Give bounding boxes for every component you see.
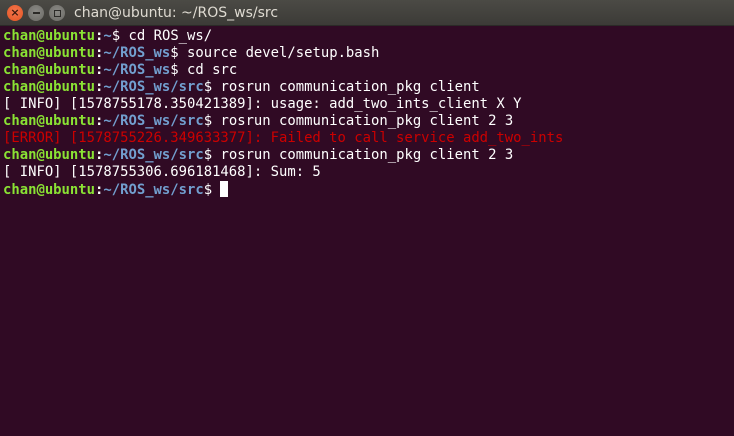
command-text: rosrun communication_pkg client 2 3 — [220, 147, 514, 163]
prompt-path: ~/ROS_ws — [103, 45, 171, 61]
prompt-line: chan@ubuntu:~/ROS_ws/src$ rosrun communi… — [3, 113, 734, 130]
command-text: rosrun communication_pkg client — [220, 79, 480, 95]
output-text: [ INFO] [1578755306.696181468]: Sum: 5 — [3, 164, 321, 180]
command-text: cd src — [187, 62, 238, 78]
prompt-user: chan@ubuntu — [3, 182, 95, 198]
prompt-user: chan@ubuntu — [3, 28, 95, 44]
prompt-user: chan@ubuntu — [3, 79, 95, 95]
text-cursor — [220, 181, 229, 197]
prompt-symbol: $ — [170, 62, 179, 78]
prompt-user: chan@ubuntu — [3, 45, 95, 61]
maximize-button[interactable] — [49, 5, 65, 21]
prompt-path: ~ — [103, 28, 112, 44]
terminal-output[interactable]: chan@ubuntu:~$ cd ROS_ws/chan@ubuntu:~/R… — [0, 26, 734, 436]
prompt-user: chan@ubuntu — [3, 62, 95, 78]
close-button[interactable]: × — [7, 5, 23, 21]
prompt-path: ~/ROS_ws/src — [103, 113, 204, 129]
close-icon: × — [10, 6, 20, 19]
output-text: [ INFO] [1578755178.350421389]: usage: a… — [3, 96, 522, 112]
prompt-line: chan@ubuntu:~$ cd ROS_ws/ — [3, 28, 734, 45]
title-bar[interactable]: × chan@ubuntu: ~/ROS_ws/src — [0, 0, 734, 26]
prompt-path: ~/ROS_ws/src — [103, 182, 204, 198]
terminal-window: × chan@ubuntu: ~/ROS_ws/src chan@ubuntu:… — [0, 0, 734, 436]
command-text: rosrun communication_pkg client 2 3 — [220, 113, 514, 129]
prompt-path: ~/ROS_ws/src — [103, 79, 204, 95]
minimize-icon — [32, 12, 40, 14]
prompt-line: chan@ubuntu:~/ROS_ws/src$ rosrun communi… — [3, 147, 734, 164]
scrollbar[interactable] — [728, 26, 734, 436]
prompt-symbol: $ — [203, 79, 213, 95]
command-text: cd ROS_ws/ — [128, 28, 213, 44]
error-line: [ERROR] [1578755226.349633377]: Failed t… — [3, 130, 734, 147]
output-line: [ INFO] [1578755178.350421389]: usage: a… — [3, 96, 734, 113]
prompt-line: chan@ubuntu:~/ROS_ws$ source devel/setup… — [3, 45, 734, 62]
prompt-user: chan@ubuntu — [3, 113, 95, 129]
minimize-button[interactable] — [28, 5, 44, 21]
prompt-path: ~/ROS_ws — [103, 62, 171, 78]
prompt-path: ~/ROS_ws/src — [103, 147, 204, 163]
maximize-icon — [53, 9, 61, 17]
prompt-symbol: $ — [111, 28, 121, 44]
prompt-line: chan@ubuntu:~/ROS_ws/src$ — [3, 181, 734, 198]
window-title: chan@ubuntu: ~/ROS_ws/src — [74, 5, 279, 21]
prompt-user: chan@ubuntu — [3, 147, 95, 163]
prompt-symbol: $ — [203, 147, 213, 163]
prompt-line: chan@ubuntu:~/ROS_ws$ cd src — [3, 62, 734, 79]
prompt-symbol: $ — [203, 182, 213, 198]
output-line: [ INFO] [1578755306.696181468]: Sum: 5 — [3, 164, 734, 181]
prompt-symbol: $ — [203, 113, 213, 129]
command-text: source devel/setup.bash — [187, 45, 380, 61]
prompt-symbol: $ — [170, 45, 179, 61]
prompt-line: chan@ubuntu:~/ROS_ws/src$ rosrun communi… — [3, 79, 734, 96]
error-text: [ERROR] [1578755226.349633377]: Failed t… — [3, 130, 564, 146]
